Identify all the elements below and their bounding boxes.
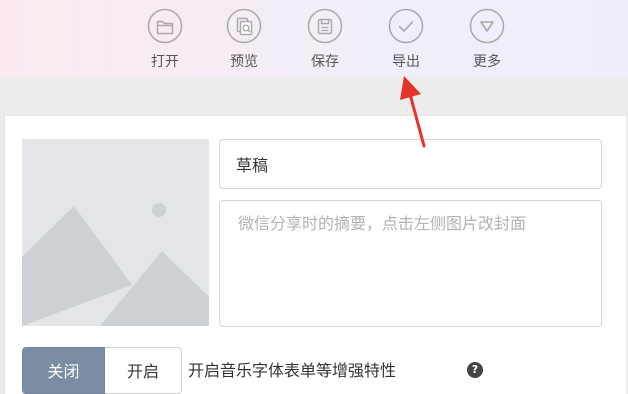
save-icon xyxy=(307,8,343,44)
folder-icon xyxy=(147,8,183,44)
toolbar: 打开 预览 保存 导出 更多 xyxy=(0,0,628,77)
toolbar-gap xyxy=(0,77,628,115)
chevron-down-icon xyxy=(469,8,505,44)
enhance-off-button[interactable]: 关闭 xyxy=(22,347,105,394)
enhance-description: 开启音乐字体表单等增强特性 xyxy=(188,361,397,380)
export-label: 导出 xyxy=(392,54,420,70)
summary-textarea[interactable] xyxy=(219,200,602,327)
enhance-on-button[interactable]: 开启 xyxy=(105,347,182,394)
save-button[interactable]: 保存 xyxy=(299,6,351,74)
preview-button[interactable]: 预览 xyxy=(218,6,270,74)
save-label: 保存 xyxy=(311,54,339,70)
export-button[interactable]: 导出 xyxy=(380,6,432,74)
more-label: 更多 xyxy=(473,54,501,70)
image-placeholder-icon xyxy=(22,139,209,326)
check-icon xyxy=(388,8,424,44)
question-circle-icon[interactable]: ? xyxy=(467,362,483,378)
open-button[interactable]: 打开 xyxy=(139,6,191,74)
preview-icon xyxy=(226,8,262,44)
more-button[interactable]: 更多 xyxy=(461,6,513,74)
open-label: 打开 xyxy=(151,54,179,70)
preview-label: 预览 xyxy=(230,54,258,70)
annotation-arrow xyxy=(395,70,435,150)
cover-image[interactable] xyxy=(22,139,209,326)
